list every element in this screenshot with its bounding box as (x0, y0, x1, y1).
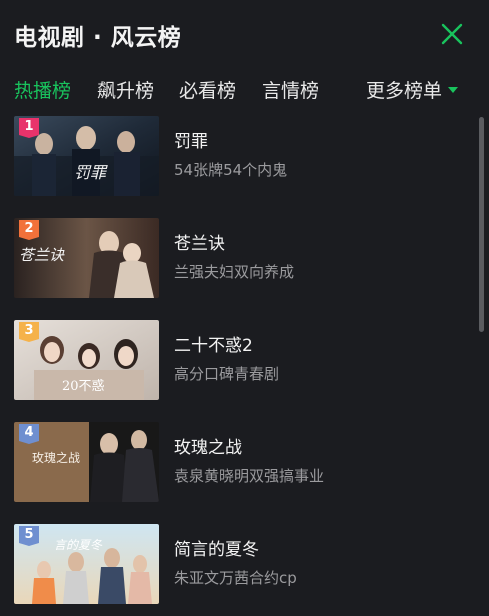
rank-number: 4 (24, 425, 34, 440)
more-rankings-dropdown[interactable]: 更多榜单 (366, 76, 459, 103)
poster-thumbnail: 苍兰诀 2 (14, 218, 159, 298)
show-title: 二十不惑2 (174, 336, 253, 356)
poster-thumbnail: 罚罪 1 (14, 116, 159, 196)
show-description: 高分口碑青春剧 (174, 365, 280, 383)
tab-must-watch[interactable]: 必看榜 (179, 76, 236, 103)
more-rankings-label: 更多榜单 (366, 80, 443, 102)
svg-text:玫瑰之战: 玫瑰之战 (32, 450, 80, 465)
svg-text:罚罪: 罚罪 (74, 163, 108, 182)
poster-thumbnail: 玫瑰之战 4 (14, 422, 159, 502)
tab-rising[interactable]: 飙升榜 (97, 76, 154, 103)
close-icon[interactable] (440, 22, 464, 46)
list-item[interactable]: 苍兰诀 2 苍兰诀 兰强夫妇双向养成 (14, 218, 464, 300)
rank-number: 2 (24, 221, 34, 236)
rank-number: 5 (24, 527, 34, 542)
svg-text:言的夏冬: 言的夏冬 (54, 538, 103, 552)
show-description: 54张牌54个内鬼 (174, 161, 288, 179)
ranking-tabs: 热播榜 飙升榜 必看榜 言情榜 更多榜单 (14, 76, 465, 102)
rank-badge: 5 (19, 526, 39, 546)
panel-title: 电视剧 · 风云榜 (14, 25, 182, 51)
rank-badge: 2 (19, 220, 39, 240)
show-title: 玫瑰之战 (174, 438, 242, 458)
show-description: 朱亚文万茜合约cp (174, 569, 297, 587)
svg-text:苍兰诀: 苍兰诀 (19, 246, 65, 264)
poster-thumbnail: 20不惑 3 (14, 320, 159, 400)
list-item[interactable]: 20不惑 3 二十不惑2 高分口碑青春剧 (14, 320, 464, 402)
list-item[interactable]: 罚罪 1 罚罪 54张牌54个内鬼 (14, 116, 464, 198)
caret-down-icon (448, 86, 459, 93)
rank-badge: 4 (19, 424, 39, 444)
list-item[interactable]: 言的夏冬 5 简言的夏冬 朱亚文万茜合约cp (14, 524, 464, 606)
rank-badge: 1 (19, 118, 39, 138)
ranking-panel: 电视剧 · 风云榜 热播榜 飙升榜 必看榜 言情榜 更多榜单 罚罪 1 罚罪 5… (0, 0, 489, 616)
poster-thumbnail: 言的夏冬 5 (14, 524, 159, 604)
show-title: 简言的夏冬 (174, 540, 259, 560)
show-title: 苍兰诀 (174, 234, 225, 254)
svg-text:20不惑: 20不惑 (62, 378, 105, 394)
tab-romance[interactable]: 言情榜 (262, 76, 319, 103)
list-item[interactable]: 玫瑰之战 4 玫瑰之战 袁泉黄晓明双强搞事业 (14, 422, 464, 504)
show-description: 袁泉黄晓明双强搞事业 (174, 467, 325, 485)
show-title: 罚罪 (174, 132, 208, 152)
rank-badge: 3 (19, 322, 39, 342)
tab-hot[interactable]: 热播榜 (14, 76, 71, 103)
rank-number: 3 (24, 323, 34, 338)
rank-number: 1 (24, 119, 34, 134)
show-description: 兰强夫妇双向养成 (174, 263, 295, 281)
scrollbar[interactable] (479, 117, 484, 332)
